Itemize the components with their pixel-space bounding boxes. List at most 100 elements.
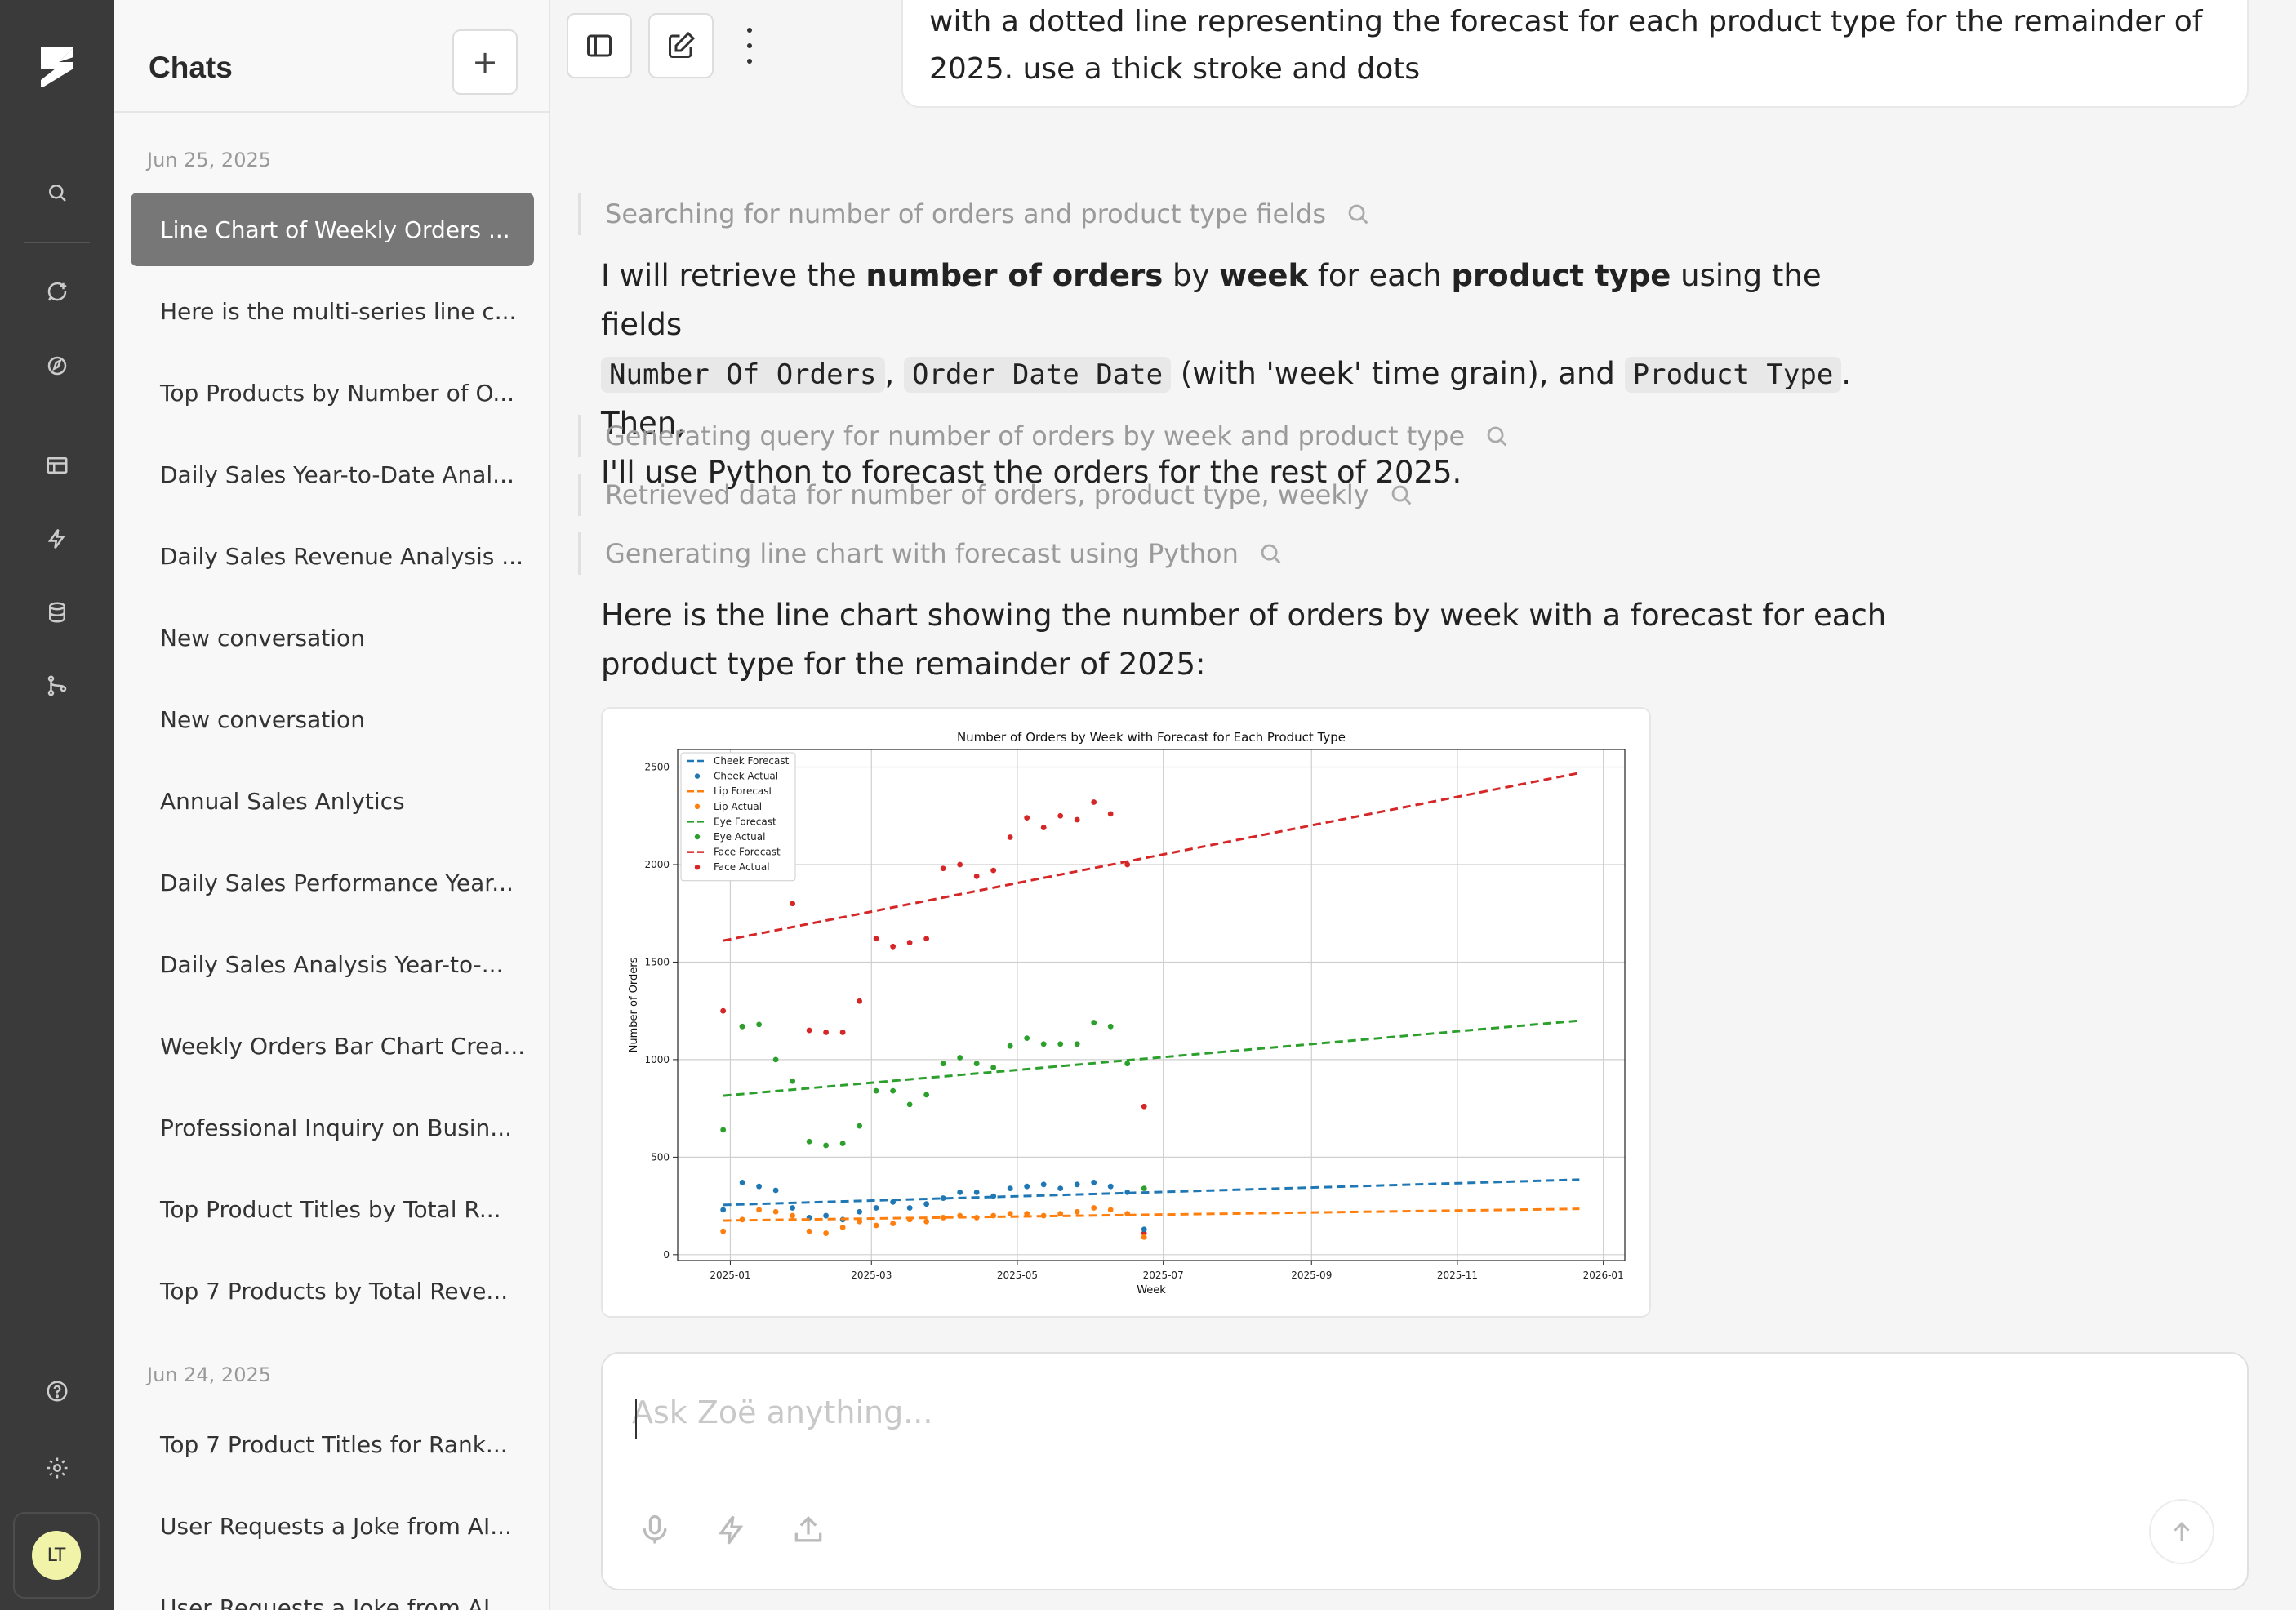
tool-step[interactable]: Generating line chart with forecast usin… bbox=[578, 532, 1284, 575]
eye-actual-point bbox=[940, 1061, 946, 1067]
user-message-line: with a dotted line representing the fore… bbox=[929, 5, 2203, 38]
legend-swatch bbox=[694, 773, 701, 779]
lip-actual-point bbox=[973, 1215, 980, 1221]
legend-swatch bbox=[694, 865, 701, 870]
more-options-icon[interactable] bbox=[740, 28, 759, 64]
message-input[interactable] bbox=[632, 1394, 2183, 1443]
new-chat-button[interactable]: + bbox=[452, 29, 518, 95]
search-icon bbox=[1261, 544, 1281, 564]
chat-list-item[interactable]: Daily Sales Analysis Year-to-... bbox=[131, 927, 534, 1001]
legend-label: Eye Actual bbox=[714, 831, 765, 843]
tool-step-label: Generating query for number of orders by… bbox=[605, 420, 1466, 451]
chat-list-item[interactable]: Daily Sales Performance Year... bbox=[131, 846, 534, 919]
cheek-actual-point bbox=[756, 1183, 762, 1190]
search-icon[interactable] bbox=[33, 168, 82, 217]
tool-step[interactable]: Searching for number of orders and produ… bbox=[578, 193, 1372, 235]
cheek-actual-point bbox=[990, 1193, 997, 1199]
branch-icon[interactable] bbox=[33, 661, 82, 710]
face-actual-point bbox=[1107, 811, 1114, 817]
face-actual-point bbox=[806, 1027, 812, 1034]
settings-icon[interactable] bbox=[33, 1443, 82, 1492]
y-tick-label: 1000 bbox=[644, 1054, 670, 1065]
chat-list-item[interactable]: Daily Sales Revenue Analysis ... bbox=[131, 519, 534, 593]
x-tick-label: 2025-01 bbox=[710, 1270, 750, 1281]
face-actual-point bbox=[1057, 812, 1064, 819]
face-actual-point bbox=[873, 936, 879, 942]
eye-actual-point bbox=[906, 1101, 913, 1108]
chat-list-item[interactable]: Weekly Orders Bar Chart Crea... bbox=[131, 1009, 534, 1083]
chat-list-item[interactable]: Professional Inquiry on Busin... bbox=[131, 1091, 534, 1164]
send-button[interactable] bbox=[2149, 1499, 2214, 1564]
user-menu[interactable]: LT bbox=[13, 1512, 100, 1599]
chat-list-item[interactable]: Top 7 Product Titles for Rank... bbox=[131, 1408, 534, 1481]
face-actual-point bbox=[1141, 1103, 1147, 1110]
face-actual-point bbox=[857, 998, 863, 1004]
database-icon[interactable] bbox=[33, 588, 82, 637]
x-axis-label: Week bbox=[1137, 1284, 1166, 1296]
new-chat-bubble-icon[interactable] bbox=[33, 268, 82, 317]
face-actual-point bbox=[1024, 815, 1030, 821]
bolt-icon[interactable] bbox=[33, 514, 82, 563]
lip-actual-point bbox=[1040, 1212, 1047, 1219]
face-actual-point bbox=[990, 867, 997, 874]
x-tick-label: 2025-11 bbox=[1437, 1270, 1478, 1281]
sidebar-title: Chats bbox=[149, 51, 233, 84]
user-message: with a dotted line representing the fore… bbox=[901, 0, 2249, 108]
eye-actual-point bbox=[790, 1078, 796, 1084]
chat-list-item[interactable]: Line Chart of Weekly Orders ... bbox=[131, 193, 534, 266]
bolt-icon[interactable] bbox=[712, 1510, 751, 1550]
eye-actual-point bbox=[857, 1123, 863, 1129]
chat-list-item[interactable]: Top Products by Number of O... bbox=[131, 356, 534, 429]
search-icon bbox=[1348, 204, 1368, 225]
chat-list-item[interactable]: Daily Sales Year-to-Date Anal... bbox=[131, 438, 534, 511]
reply-text: by bbox=[1163, 258, 1220, 293]
cheek-actual-point bbox=[957, 1189, 963, 1195]
eye-actual-point bbox=[990, 1065, 997, 1070]
y-tick-label: 2500 bbox=[644, 762, 670, 773]
lip-actual-point bbox=[1024, 1211, 1030, 1217]
lip-forecast-line bbox=[723, 1208, 1580, 1222]
toggle-sidebar-button[interactable] bbox=[567, 13, 632, 78]
legend-swatch bbox=[694, 834, 701, 840]
cheek-actual-point bbox=[1124, 1189, 1131, 1195]
tool-step[interactable]: Retrieved data for number of orders, pro… bbox=[578, 474, 1415, 516]
chat-list-item[interactable]: New conversation bbox=[131, 601, 534, 674]
eye-actual-point bbox=[1107, 1023, 1114, 1030]
legend-swatch bbox=[694, 803, 701, 809]
face-forecast-line bbox=[723, 772, 1580, 942]
cheek-actual-point bbox=[790, 1205, 796, 1211]
assistant-reply: I will retrieve the number of orders by … bbox=[601, 251, 1907, 497]
eye-actual-point bbox=[1141, 1185, 1147, 1191]
chat-list-item[interactable]: New conversation bbox=[131, 683, 534, 756]
cheek-actual-point bbox=[1057, 1185, 1064, 1191]
cheek-actual-point bbox=[1074, 1181, 1080, 1188]
eye-forecast-line bbox=[723, 1019, 1580, 1097]
chat-list-item[interactable]: User Requests a Joke from AI... bbox=[131, 1489, 534, 1563]
chat-list-item[interactable]: User Requests a Joke from AI... bbox=[131, 1571, 534, 1610]
chart-image: Number of Orders by Week with Forecast f… bbox=[601, 707, 1651, 1318]
lip-actual-point bbox=[990, 1212, 997, 1219]
upload-icon[interactable] bbox=[789, 1510, 828, 1550]
lip-actual-point bbox=[1074, 1208, 1080, 1215]
chat-list-item[interactable]: Here is the multi-series line c... bbox=[131, 274, 534, 348]
date-group-label: Jun 24, 2025 bbox=[147, 1363, 272, 1386]
table-icon[interactable] bbox=[33, 441, 82, 490]
composer bbox=[601, 1352, 2249, 1590]
chat-list-item[interactable]: Top 7 Products by Total Reve... bbox=[131, 1254, 534, 1328]
inline-code: Order Date Date bbox=[904, 357, 1172, 393]
face-actual-point bbox=[720, 1007, 727, 1014]
tool-step[interactable]: Generating query for number of orders by… bbox=[578, 415, 1511, 457]
zoe-logo[interactable] bbox=[26, 36, 88, 98]
edit-button[interactable] bbox=[648, 13, 714, 78]
eye-actual-point bbox=[1007, 1043, 1013, 1049]
chat-main: with a dotted line representing the fore… bbox=[550, 0, 2296, 1610]
eye-actual-point bbox=[957, 1055, 963, 1061]
cheek-actual-point bbox=[1107, 1183, 1114, 1190]
chat-list-item[interactable]: Top Product Titles by Total R... bbox=[131, 1172, 534, 1246]
explore-icon[interactable] bbox=[33, 341, 82, 390]
cheek-actual-point bbox=[1091, 1180, 1097, 1185]
x-tick-label: 2025-03 bbox=[851, 1270, 892, 1281]
microphone-icon[interactable] bbox=[635, 1510, 674, 1550]
help-icon[interactable] bbox=[33, 1367, 82, 1416]
chat-list-item[interactable]: Annual Sales Anlytics bbox=[131, 764, 534, 838]
